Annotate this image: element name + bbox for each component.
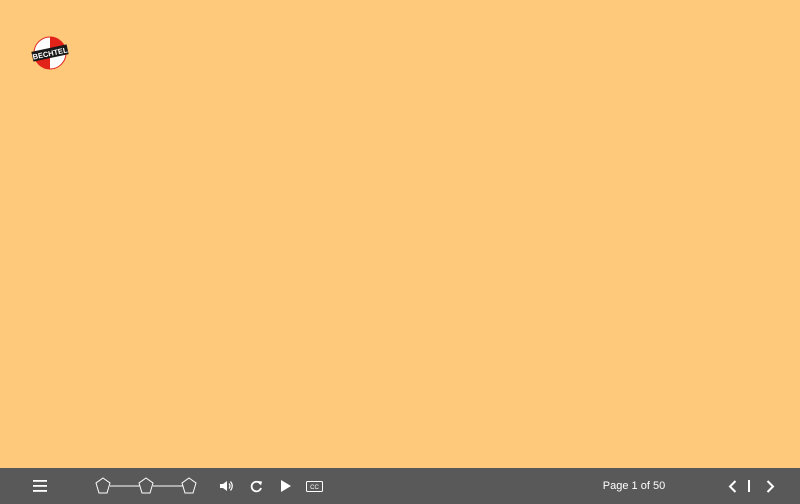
progress-nodes[interactable] bbox=[92, 468, 202, 504]
slide-content: BECHTEL bbox=[0, 0, 800, 468]
replay-icon bbox=[250, 480, 263, 493]
previous-page-button[interactable] bbox=[723, 468, 741, 504]
player-stage: BECHTEL CC Page 1 of 50 bbox=[0, 0, 800, 504]
volume-button[interactable] bbox=[218, 468, 236, 504]
cc-label: CC bbox=[310, 485, 319, 491]
player-toolbar: CC Page 1 of 50 bbox=[0, 468, 800, 504]
closed-captions-button[interactable]: CC bbox=[305, 468, 323, 504]
replay-button[interactable] bbox=[247, 468, 265, 504]
next-page-button[interactable] bbox=[761, 468, 779, 504]
hamburger-icon bbox=[33, 480, 47, 492]
volume-icon bbox=[220, 480, 234, 492]
play-icon bbox=[280, 480, 291, 492]
chevron-right-icon bbox=[766, 479, 775, 493]
progress-nodes-icon bbox=[92, 476, 202, 496]
chevron-left-icon bbox=[728, 479, 737, 493]
play-button[interactable] bbox=[276, 468, 294, 504]
cc-icon: CC bbox=[305, 480, 323, 492]
bechtel-logo: BECHTEL bbox=[31, 35, 69, 71]
menu-button[interactable] bbox=[30, 468, 50, 504]
page-indicator: Page 1 of 50 bbox=[602, 480, 666, 492]
nav-divider bbox=[748, 480, 750, 492]
